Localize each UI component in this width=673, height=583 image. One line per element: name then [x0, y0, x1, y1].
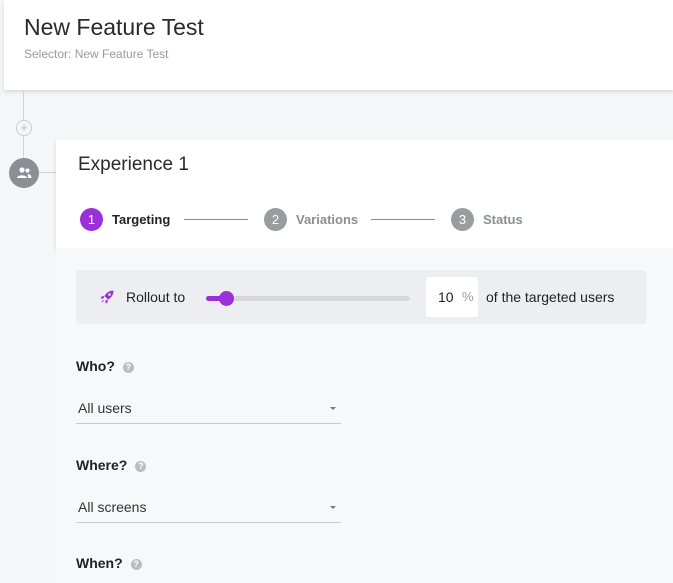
who-section-label: Who?? [76, 358, 134, 374]
step-label: Status [483, 212, 523, 227]
when-section-label: When?? [76, 555, 142, 571]
percent-sign: % [462, 289, 474, 304]
step-label: Targeting [112, 212, 171, 227]
help-circle-icon[interactable]: ? [135, 461, 147, 472]
rollout-label: Rollout to [126, 289, 186, 305]
where-label: Where? [76, 457, 128, 473]
plus-circle-icon[interactable]: + [16, 120, 32, 136]
step-variations[interactable]: 2 Variations [264, 208, 358, 231]
step-number: 2 [264, 208, 287, 231]
where-select-value: All screens [78, 499, 147, 515]
rollout-suffix: of the targeted users [486, 289, 615, 305]
step-divider [184, 219, 248, 220]
experience-card: Experience 1 1 Targeting 2 Variations 3 … [56, 140, 673, 248]
chevron-down-icon [330, 407, 336, 410]
step-label: Variations [296, 212, 359, 227]
where-select[interactable]: All screens [76, 492, 341, 523]
slider-thumb[interactable] [219, 291, 234, 306]
selector-header: New Feature Test Selector: New Feature T… [4, 0, 673, 90]
when-label: When? [76, 555, 123, 571]
rocket-icon [99, 289, 115, 310]
chevron-down-icon [330, 506, 336, 509]
percent-value: 10 [438, 289, 454, 305]
selector-subtitle: Selector: New Feature Test [24, 47, 169, 61]
experience-title: Experience 1 [78, 154, 189, 175]
step-number: 1 [80, 208, 103, 231]
step-status[interactable]: 3 Status [451, 208, 523, 231]
who-label: Who? [76, 358, 115, 374]
who-select[interactable]: All users [76, 393, 341, 424]
step-number: 3 [451, 208, 474, 231]
rollout-percent-input[interactable]: 10 % [426, 277, 478, 317]
rollout-slider[interactable] [206, 291, 410, 306]
rollout-control: Rollout to 10 % of the targeted users [76, 270, 646, 324]
step-divider [371, 219, 435, 220]
who-select-value: All users [78, 400, 132, 416]
help-circle-icon[interactable]: ? [122, 362, 134, 373]
targeting-panel: Rollout to 10 % of the targeted users Wh… [56, 248, 673, 583]
step-targeting[interactable]: 1 Targeting [80, 208, 170, 231]
help-circle-icon[interactable]: ? [130, 559, 142, 570]
where-section-label: Where?? [76, 457, 147, 473]
users-icon [9, 158, 39, 188]
page-title: New Feature Test [24, 14, 204, 40]
timeline-connector [38, 172, 56, 173]
